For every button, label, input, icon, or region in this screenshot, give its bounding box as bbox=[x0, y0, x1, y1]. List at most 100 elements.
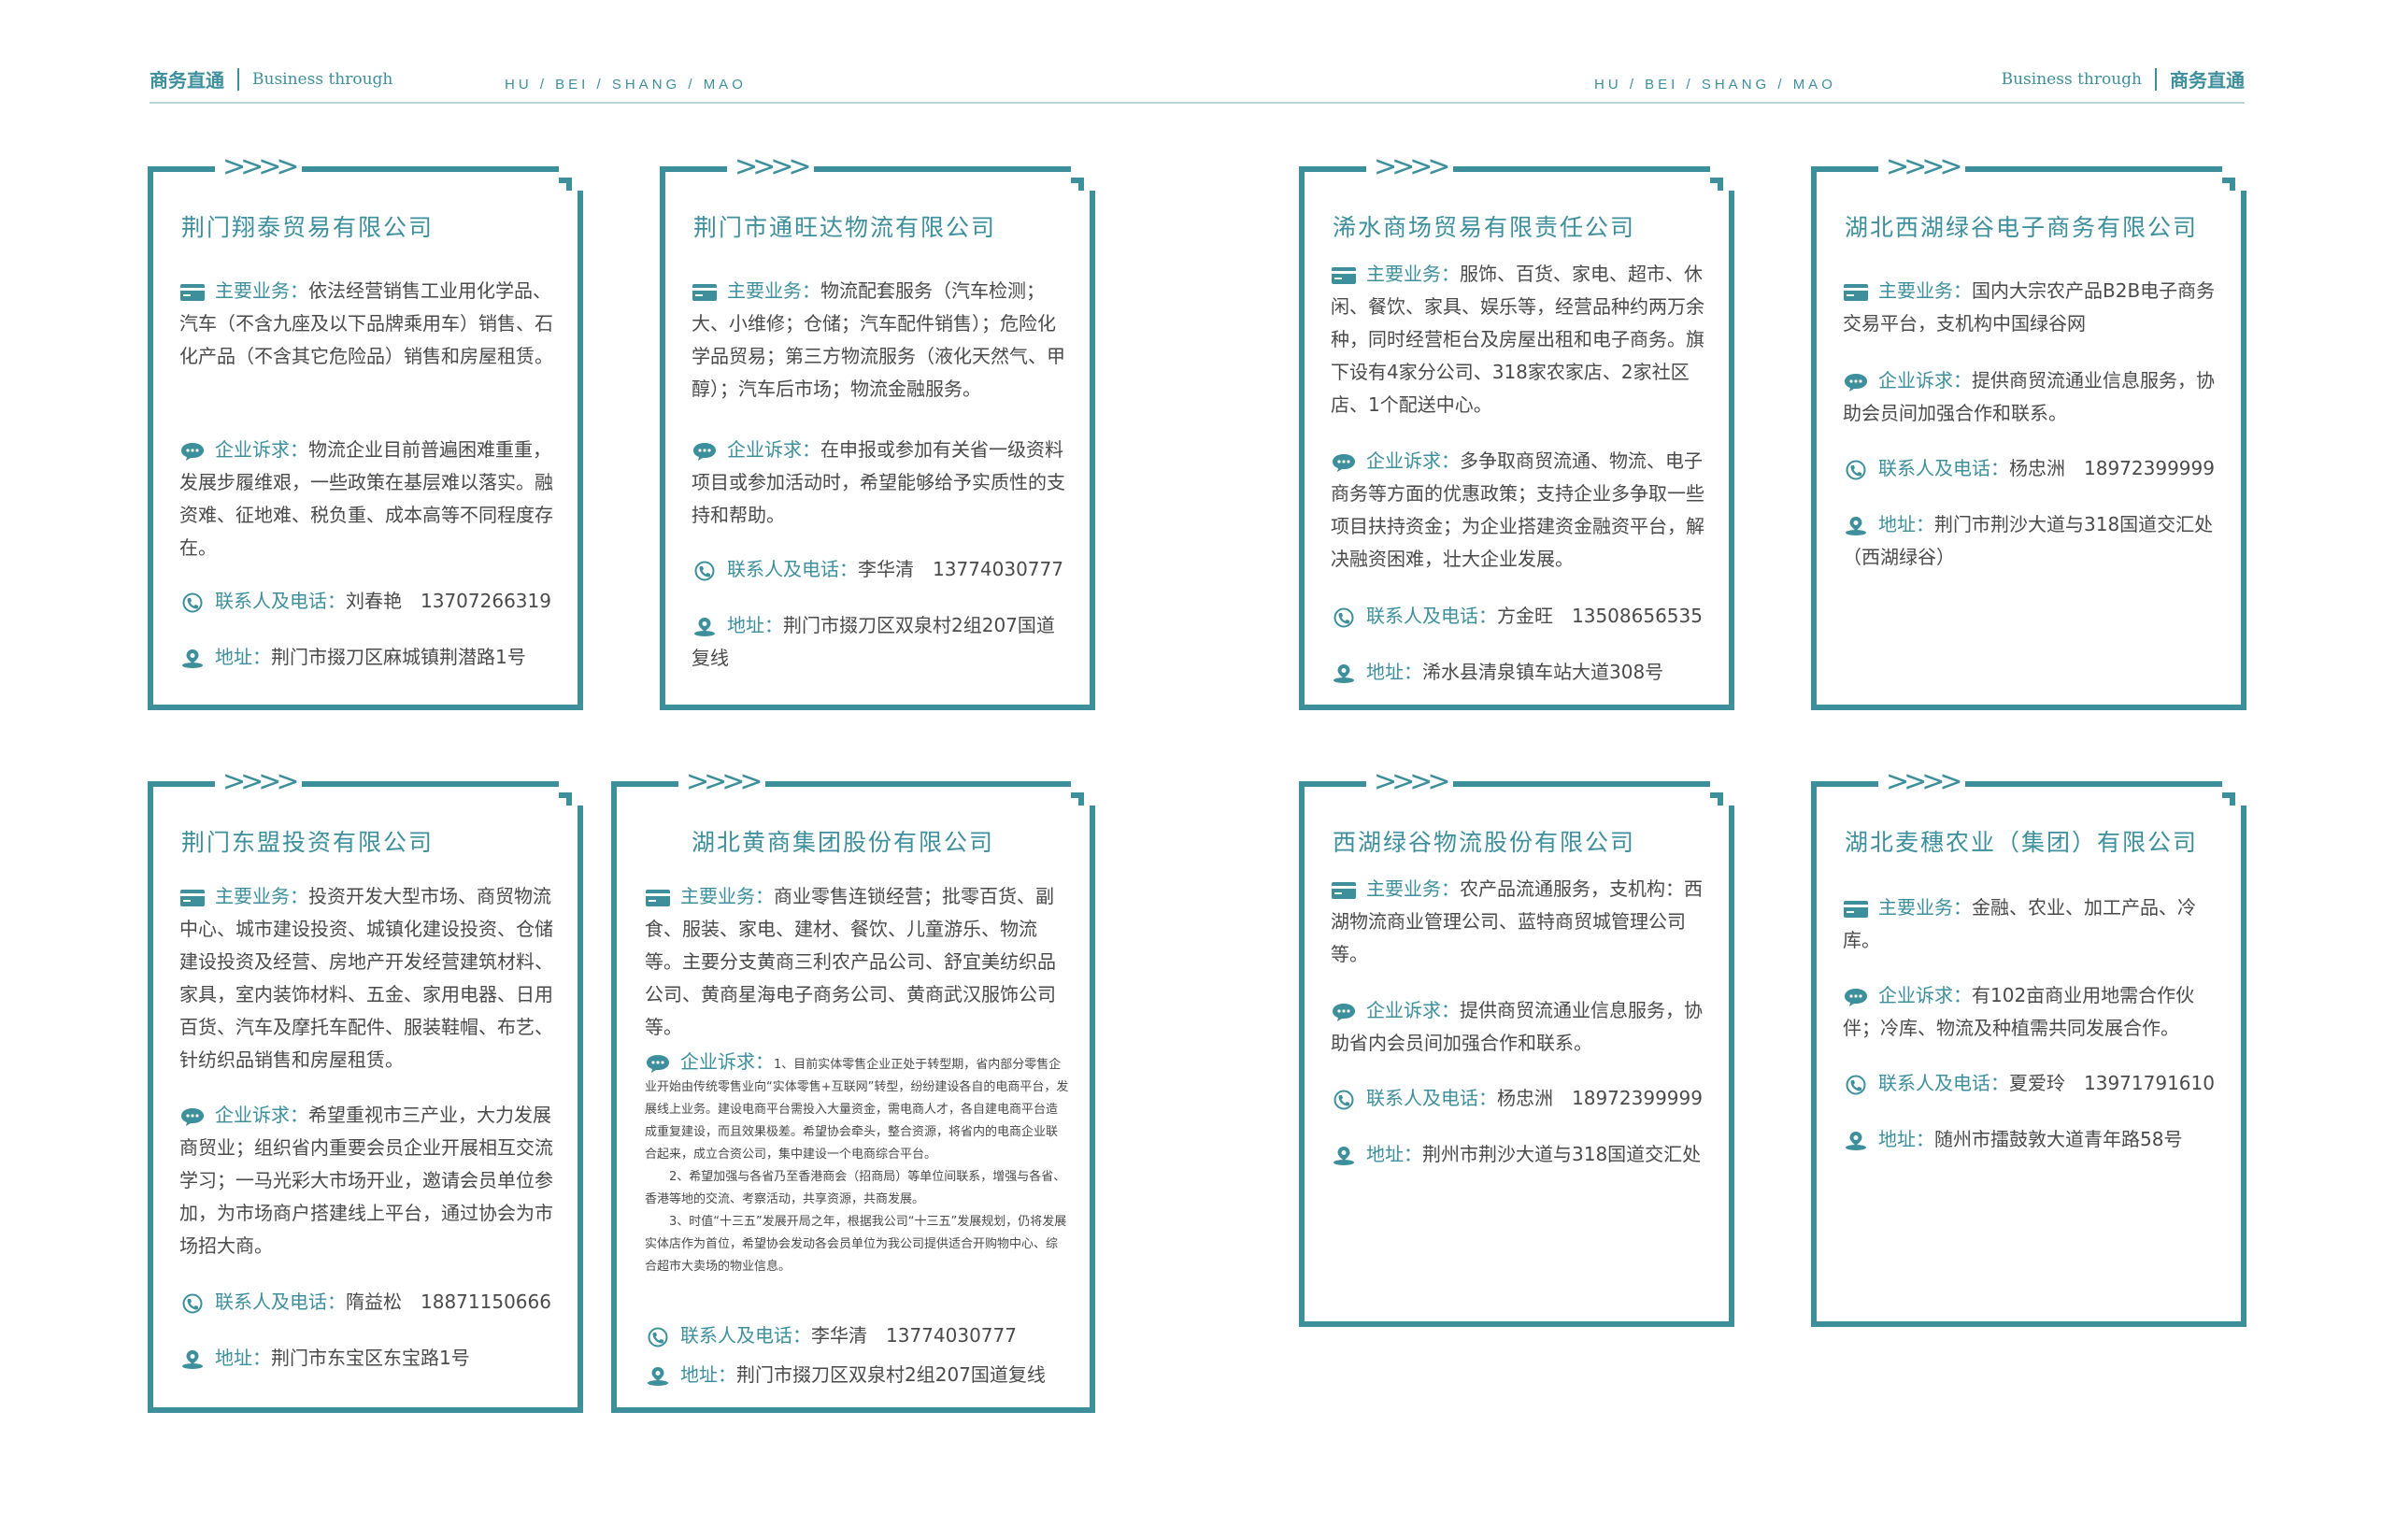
contact-label: 联系人及电话： bbox=[1878, 1072, 2009, 1094]
address-label: 地址： bbox=[215, 646, 271, 668]
card-corner bbox=[1071, 166, 1095, 191]
address-section: 地址：荆门市掇刀区双泉村2组207国道复线 bbox=[692, 609, 1069, 675]
contact-text: 夏爱玲 13971791610 bbox=[2009, 1072, 2215, 1094]
business-text: 服饰、百货、家电、超市、休闲、餐饮、家具、娱乐等，经营品种约两万余种，同时经营柜… bbox=[1331, 263, 1704, 416]
company-card: >>>> 湖北麦穗农业（集团）有限公司 主要业务：金融、农业、加工产品、冷库。 … bbox=[1811, 768, 2246, 1327]
company-card: >>>> 湖北西湖绿谷电子商务有限公司 主要业务：国内大宗农产品B2B电子商务交… bbox=[1811, 153, 2246, 710]
company-title: 荆门东盟投资有限公司 bbox=[181, 829, 435, 856]
header-rule bbox=[150, 102, 1312, 104]
chat-bubble-icon bbox=[692, 439, 720, 461]
contact-label: 联系人及电话： bbox=[680, 1324, 811, 1347]
business-section: 主要业务：依法经营销售工业用化学品、汽车（不含九座及以下品牌乘用车）销售、石化产… bbox=[179, 275, 557, 373]
appeal-section: 企业诉求：希望重视市三产业，大力发展商贸业；组织省内重要会员企业开展相互交流学习… bbox=[179, 1099, 557, 1262]
chat-bubble-icon bbox=[1331, 1000, 1359, 1021]
appeal-paragraph: 3、时值“十三五”发展开局之年，根据我公司“十三五”发展规划，仍将发展实体店作为… bbox=[645, 1215, 1067, 1274]
header-divider bbox=[2155, 67, 2157, 91]
business-label: 主要业务： bbox=[215, 279, 308, 302]
company-card: >>>> 荆门东盟投资有限公司 主要业务：投资开发大型市场、商贸物流中心、城市建… bbox=[148, 768, 583, 1413]
chevrons-icon: >>>> bbox=[1366, 768, 1453, 796]
location-pin-icon bbox=[1331, 1144, 1359, 1165]
card-icon bbox=[1843, 280, 1871, 301]
appeal-section: 企业诉求：提供商贸流通业信息服务，协助会员间加强合作和联系。 bbox=[1843, 364, 2220, 430]
business-section: 主要业务：物流配套服务（汽车检测；大、小维修；仓储；汽车配件销售）；危险化学品贸… bbox=[692, 275, 1069, 406]
business-label: 主要业务： bbox=[215, 885, 308, 907]
address-section: 地址：荆州市荆沙大道与318国道交汇处 bbox=[1331, 1138, 1708, 1171]
chat-bubble-icon bbox=[1331, 450, 1359, 472]
chevrons-icon: >>>> bbox=[1878, 768, 1965, 796]
phone-icon bbox=[179, 1291, 207, 1313]
appeal-section: 企业诉求：物流企业目前普遍困难重重，发展步履维艰，一些政策在基层难以落实。融资难… bbox=[179, 434, 557, 564]
chat-bubble-icon bbox=[1843, 370, 1871, 392]
appeal-label: 企业诉求： bbox=[727, 438, 820, 461]
header-right-en: Business through bbox=[2001, 69, 2142, 89]
header-rule bbox=[1308, 102, 2245, 104]
chevrons-icon: >>>> bbox=[1878, 153, 1965, 181]
address-section: 地址：浠水县清泉镇车站大道308号 bbox=[1331, 656, 1708, 689]
business-text: 投资开发大型市场、商贸物流中心、城市建设投资、城镇化建设投资、仓储建设投资及经营… bbox=[179, 885, 553, 1071]
location-pin-icon bbox=[179, 1348, 207, 1369]
appeal-label: 企业诉求： bbox=[680, 1050, 774, 1073]
chevrons-icon: >>>> bbox=[678, 768, 765, 796]
location-pin-icon bbox=[1843, 1129, 1871, 1150]
business-label: 主要业务： bbox=[1366, 877, 1460, 900]
card-corner bbox=[1071, 781, 1095, 806]
business-text: 商业零售连锁经营；批零百货、副食、服装、家电、建材、餐饮、儿童游乐、物流等。主要… bbox=[645, 885, 1056, 1038]
phone-icon bbox=[1331, 1088, 1359, 1109]
header-left-cn: 商务直通 bbox=[150, 69, 224, 92]
appeal-label: 企业诉求： bbox=[215, 1104, 308, 1126]
business-label: 主要业务： bbox=[727, 279, 820, 302]
appeal-section: 企业诉求：在申报或参加有关省一级资料项目或参加活动时，希望能够给予实质性的支持和… bbox=[692, 434, 1069, 532]
contact-label: 联系人及电话： bbox=[215, 590, 346, 612]
business-label: 主要业务： bbox=[680, 885, 774, 907]
chevrons-icon: >>>> bbox=[1366, 153, 1453, 181]
address-label: 地址： bbox=[1366, 1143, 1422, 1165]
business-section: 主要业务：投资开发大型市场、商贸物流中心、城市建设投资、城镇化建设投资、仓储建设… bbox=[179, 880, 557, 1077]
appeal-label: 企业诉求： bbox=[1366, 449, 1460, 472]
address-section: 地址：荆门市掇刀区麻城镇荆潜路1号 bbox=[179, 641, 557, 674]
address-section: 地址：荆门市荆沙大道与318国道交汇处（西湖绿谷） bbox=[1843, 508, 2220, 574]
location-pin-icon bbox=[179, 647, 207, 668]
card-icon bbox=[1331, 264, 1359, 284]
card-icon bbox=[692, 280, 720, 301]
contact-text: 方金旺 13508656535 bbox=[1497, 605, 1703, 627]
contact-text: 杨忠洲 18972399999 bbox=[1497, 1087, 1703, 1109]
card-icon bbox=[1331, 878, 1359, 899]
contact-text: 李华清 13774030777 bbox=[858, 558, 1063, 580]
appeal-label: 企业诉求： bbox=[1878, 369, 1972, 392]
address-section: 地址：随州市擂鼓敦大道青年路58号 bbox=[1843, 1123, 2220, 1156]
appeal-section: 企业诉求：提供商贸流通业信息服务，协助省内会员间加强合作和联系。 bbox=[1331, 994, 1708, 1060]
appeal-paragraph: 1、目前实体零售企业正处于转型期，省内部分零售企业开始由传统零售业向“实体零售+… bbox=[645, 1058, 1069, 1162]
chevrons-icon: >>>> bbox=[727, 153, 814, 181]
address-text: 浠水县清泉镇车站大道308号 bbox=[1422, 661, 1664, 683]
card-corner bbox=[2222, 166, 2246, 191]
address-label: 地址： bbox=[215, 1347, 271, 1369]
card-icon bbox=[179, 886, 207, 906]
address-text: 荆门市掇刀区双泉村2组207国道复线 bbox=[736, 1363, 1046, 1386]
address-label: 地址： bbox=[1878, 513, 1934, 535]
card-icon bbox=[645, 886, 673, 906]
header-divider bbox=[237, 67, 239, 91]
contact-section: 联系人及电话：夏爱玲 13971791610 bbox=[1843, 1067, 2220, 1100]
address-text: 荆门市东宝区东宝路1号 bbox=[271, 1347, 470, 1369]
chat-bubble-icon bbox=[179, 439, 207, 461]
appeal-label: 企业诉求： bbox=[1878, 984, 1972, 1006]
appeal-section: 企业诉求：有102亩商业用地需合作伙伴；冷库、物流及种植需共同发展合作。 bbox=[1843, 979, 2220, 1045]
business-section: 主要业务：服饰、百货、家电、超市、休闲、餐饮、家具、娱乐等，经营品种约两万余种，… bbox=[1331, 258, 1708, 421]
card-corner bbox=[1710, 166, 1734, 191]
phone-icon bbox=[645, 1325, 673, 1347]
address-label: 地址： bbox=[1878, 1128, 1934, 1150]
phone-icon bbox=[692, 559, 720, 580]
appeal-label: 企业诉求： bbox=[215, 438, 308, 461]
appeal-label: 企业诉求： bbox=[1366, 999, 1460, 1021]
contact-label: 联系人及电话： bbox=[1366, 605, 1497, 627]
company-title: 西湖绿谷物流股份有限公司 bbox=[1333, 829, 1636, 856]
business-section: 主要业务：国内大宗农产品B2B电子商务交易平台，支机构中国绿谷网 bbox=[1843, 275, 2220, 340]
card-corner bbox=[559, 166, 583, 191]
address-text: 随州市擂鼓敦大道青年路58号 bbox=[1934, 1128, 2183, 1150]
appeal-section: 企业诉求：1、目前实体零售企业正处于转型期，省内部分零售企业开始由传统零售业向“… bbox=[645, 1050, 1069, 1278]
company-title: 湖北黄商集团股份有限公司 bbox=[692, 829, 995, 856]
contact-section: 联系人及电话：刘春艳 13707266319 bbox=[179, 585, 557, 618]
appeal-paragraph: 2、希望加强与各省乃至香港商会（招商局）等单位间联系，增强与各省、香港等地的交流… bbox=[645, 1170, 1066, 1206]
contact-section: 联系人及电话：李华清 13774030777 bbox=[645, 1319, 1069, 1352]
business-label: 主要业务： bbox=[1878, 896, 1972, 919]
